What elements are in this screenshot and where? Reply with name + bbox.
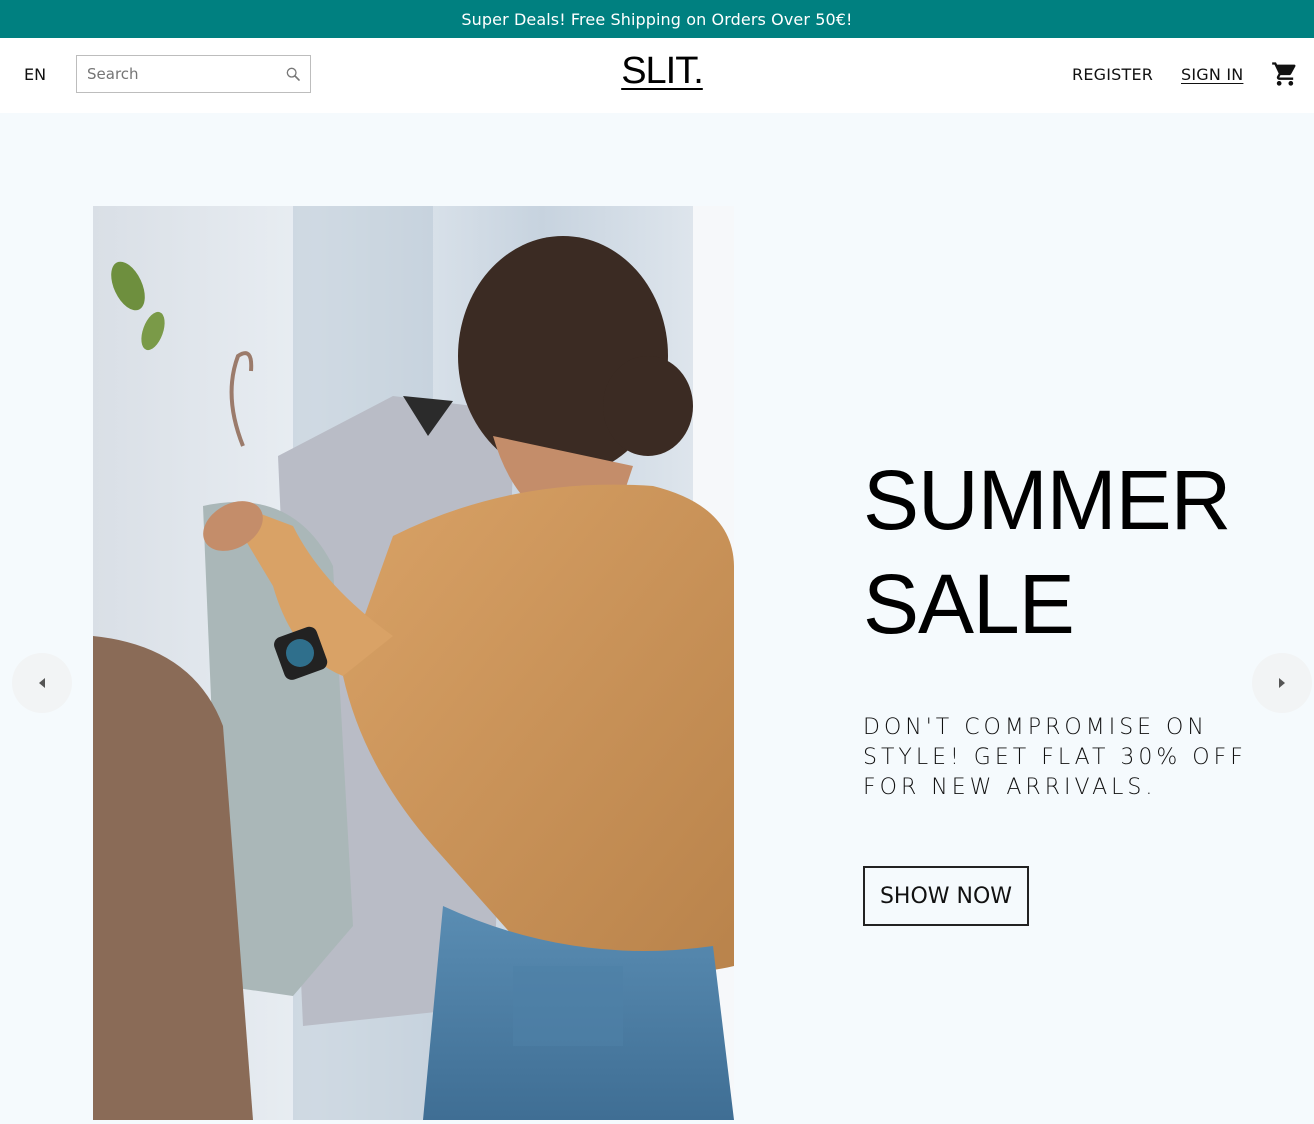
hero-description: DON'T COMPROMISE ON STYLE! GET FLAT 30% … <box>863 715 1247 800</box>
site-logo[interactable]: SLIT. <box>562 50 762 93</box>
hero-title: SUMMER SALE <box>863 448 1283 656</box>
search-input[interactable] <box>77 56 272 92</box>
arrow-right-icon <box>1279 678 1285 688</box>
show-now-button[interactable]: SHOW NOW <box>863 866 1029 926</box>
announcement-text: Super Deals! Free Shipping on Orders Ove… <box>461 9 853 29</box>
slider-prev-button[interactable] <box>12 653 72 713</box>
hero-slider: SUMMER SALE DON'T COMPROMISE ON STYLE! G… <box>0 113 1314 1124</box>
hero-title-line2: SALE <box>863 557 1075 651</box>
hero-image <box>93 206 734 1120</box>
hero-title-line1: SUMMER <box>863 453 1231 547</box>
shopping-cart-icon[interactable] <box>1271 60 1299 88</box>
register-link[interactable]: REGISTER <box>1072 65 1153 84</box>
search-icon[interactable] <box>285 66 301 82</box>
sign-in-link[interactable]: SIGN IN <box>1181 65 1243 84</box>
arrow-left-icon <box>39 678 45 688</box>
language-selector[interactable]: EN <box>24 65 46 84</box>
announcement-bar: Super Deals! Free Shipping on Orders Ove… <box>0 0 1314 38</box>
navbar: EN SLIT. REGISTER SIGN IN <box>0 38 1314 113</box>
search-container <box>76 55 311 93</box>
slider-next-button[interactable] <box>1252 653 1312 713</box>
